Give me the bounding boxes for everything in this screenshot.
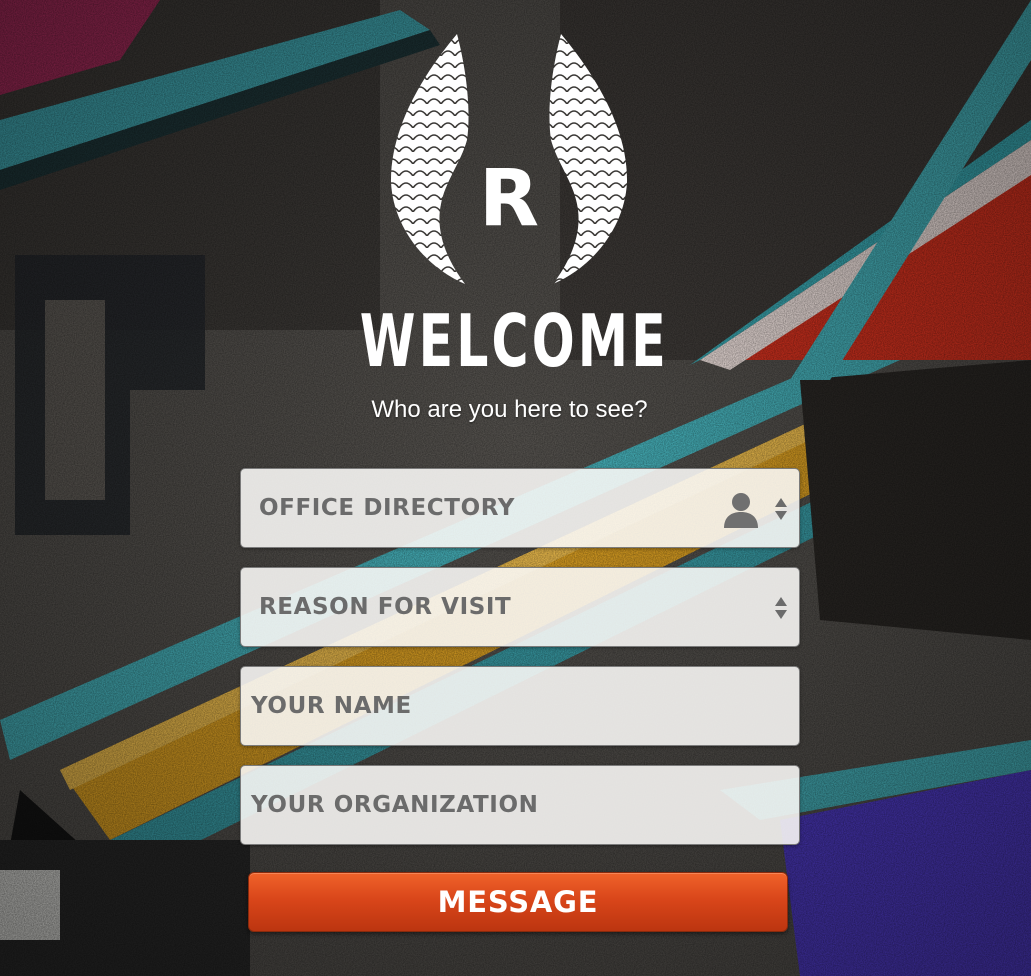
reason-for-visit-select[interactable]: REASON FOR VISIT (240, 567, 800, 647)
kiosk-screen: R WELCOME Who are you here to see? OFFIC… (0, 0, 1031, 976)
subtitle: Who are you here to see? (371, 396, 648, 423)
office-directory-label: OFFICE DIRECTORY (259, 495, 516, 521)
person-icon (724, 493, 758, 528)
office-directory-select[interactable]: OFFICE DIRECTORY (240, 468, 800, 548)
winged-r-logo: R (390, 34, 628, 284)
your-organization-placeholder: YOUR ORGANIZATION (251, 792, 539, 818)
select-arrows-icon (775, 597, 787, 619)
message-button-label: MESSAGE (437, 885, 599, 919)
your-name-field[interactable]: YOUR NAME (240, 666, 800, 746)
message-button[interactable]: MESSAGE (248, 872, 788, 932)
your-name-placeholder: YOUR NAME (251, 693, 412, 719)
welcome-title: WELCOME (359, 299, 669, 383)
reason-for-visit-label: REASON FOR VISIT (259, 594, 512, 620)
select-arrows-icon (775, 498, 787, 520)
logo-letter: R (479, 154, 539, 244)
your-organization-field[interactable]: YOUR ORGANIZATION (240, 765, 800, 845)
